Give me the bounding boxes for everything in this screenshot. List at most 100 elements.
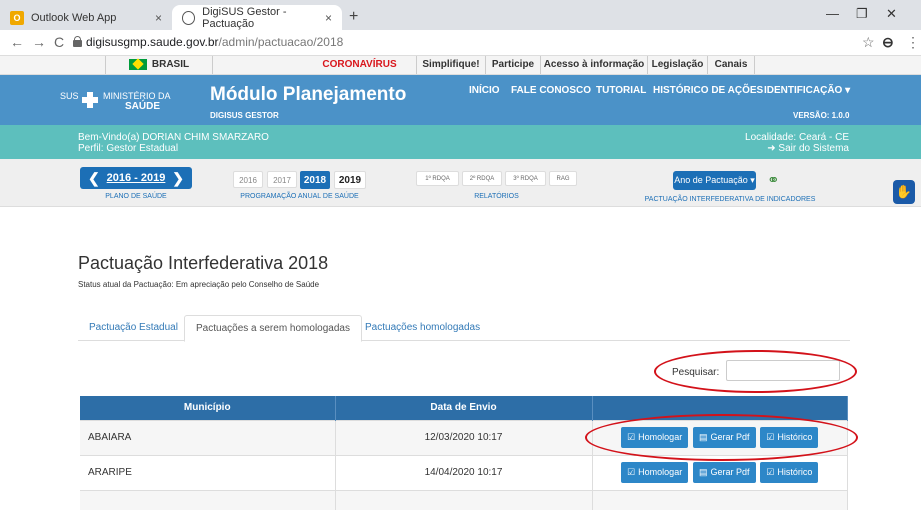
close-tab-icon[interactable]: × bbox=[155, 11, 162, 25]
browser-tab-strip: O Outlook Web App × DigiSUS Gestor - Pac… bbox=[0, 0, 921, 30]
url-field[interactable]: digisusgmp.saude.gov.br/admin/pactuacao/… bbox=[86, 35, 343, 49]
tab-title: Outlook Web App bbox=[31, 11, 117, 24]
legislacao-link[interactable]: Legislação bbox=[648, 56, 708, 74]
cell-data bbox=[335, 489, 593, 510]
cell-municipio bbox=[80, 489, 336, 510]
cell-municipio: ARARIPE bbox=[80, 454, 336, 490]
simplifique-link[interactable]: Simplifique! bbox=[417, 56, 486, 74]
forward-arrow-icon[interactable]: → bbox=[32, 34, 46, 50]
plano-saude-selector[interactable]: ❮ 2016 - 2019 ❯ bbox=[80, 167, 192, 189]
nav-identificacao[interactable]: IDENTIFICAÇÃO ▾ bbox=[764, 85, 850, 96]
module-title: Módulo Planejamento bbox=[210, 84, 407, 105]
cell-municipio: ABAIARA bbox=[80, 419, 336, 455]
report-rdqa3[interactable]: 3º RDQA bbox=[505, 171, 546, 186]
chevron-left-icon[interactable]: ❮ bbox=[88, 167, 100, 189]
chevron-right-icon[interactable]: ❯ bbox=[172, 167, 184, 189]
tab-pactuacao-estadual[interactable]: Pactuação Estadual bbox=[78, 315, 189, 341]
tab-title: DigiSUS Gestor - Pactuação bbox=[202, 5, 287, 30]
report-rag[interactable]: RAG bbox=[549, 171, 577, 186]
maximize-button[interactable]: ❐ bbox=[856, 6, 868, 22]
covid-link[interactable]: CORONAVÍRUS (COVID-19) bbox=[303, 56, 417, 88]
year-2019[interactable]: 2019 bbox=[334, 171, 366, 189]
relatorios-caption: RELATÓRIOS bbox=[474, 193, 519, 200]
brasil-link[interactable]: BRASIL bbox=[105, 56, 213, 74]
col-data-envio[interactable]: Data de Envio bbox=[335, 396, 593, 420]
homologar-button[interactable]: ☑ Homologar bbox=[621, 462, 689, 483]
nav-inicio[interactable]: INÍCIO bbox=[469, 85, 500, 96]
check-square-icon: ☑ bbox=[766, 467, 775, 477]
globe-icon bbox=[182, 10, 196, 25]
user-profile: Perfil: Gestor Estadual bbox=[78, 143, 179, 154]
new-tab-button[interactable]: + bbox=[349, 8, 358, 26]
cell-actions bbox=[592, 489, 848, 510]
plano-label: 2016 - 2019 bbox=[106, 172, 166, 184]
health-cross-icon bbox=[82, 92, 98, 108]
url-domain: digisusgmp.saude.gov.br bbox=[86, 35, 219, 49]
acesso-informacao-link[interactable]: Acesso à informação bbox=[541, 56, 648, 74]
ministerio-line1: MINISTÉRIO DA bbox=[103, 91, 171, 101]
accessibility-hand-icon[interactable]: ✋ bbox=[893, 180, 915, 204]
welcome-user: Bem-Vindo(a) DORIAN CHIM SMARZARO bbox=[78, 132, 269, 143]
browser-tab-digisus[interactable]: DigiSUS Gestor - Pactuação × bbox=[172, 5, 342, 30]
year-2016[interactable]: 2016 bbox=[233, 171, 263, 188]
brazil-flag-icon bbox=[128, 58, 147, 70]
ano-pactuacao-dropdown[interactable]: Ano de Pactuação ▾ bbox=[673, 171, 756, 190]
locality: Localidade: Ceará - CE bbox=[745, 132, 849, 143]
cell-data: 12/03/2020 10:17 bbox=[335, 419, 593, 455]
reload-icon[interactable]: C bbox=[54, 34, 64, 50]
participe-link[interactable]: Participe bbox=[486, 56, 541, 74]
nav-historico-acoes[interactable]: HISTÓRICO DE AÇÕES bbox=[653, 85, 763, 96]
tab-bar: Pactuação Estadual Pactuações a serem ho… bbox=[78, 315, 850, 342]
gerar-pdf-button[interactable]: ▤ Gerar Pdf bbox=[692, 462, 756, 483]
version-label: VERSÃO: 1.0.0 bbox=[793, 111, 850, 120]
historico-label: Histórico bbox=[777, 467, 813, 477]
cell-data: 14/04/2020 10:17 bbox=[335, 454, 593, 490]
tab-a-serem-homologadas[interactable]: Pactuações a serem homologadas bbox=[184, 315, 362, 342]
welcome-bar: Bem-Vindo(a) DORIAN CHIM SMARZARO Perfil… bbox=[0, 125, 921, 159]
table-row bbox=[80, 489, 848, 510]
star-icon[interactable]: ☆ bbox=[862, 34, 875, 51]
year-2017[interactable]: 2017 bbox=[267, 171, 297, 188]
nav-tutorial[interactable]: TUTORIAL bbox=[596, 85, 646, 96]
highlight-ellipse-actions bbox=[585, 414, 858, 461]
homologar-label: Homologar bbox=[638, 467, 683, 477]
url-path: /admin/pactuacao/2018 bbox=[218, 35, 344, 49]
historico-button[interactable]: ☑ Histórico bbox=[760, 462, 819, 483]
page-title: Pactuação Interfederativa 2018 bbox=[78, 253, 329, 273]
address-bar: ← → C digisusgmp.saude.gov.br/admin/pact… bbox=[0, 30, 921, 56]
profile-icon[interactable]: ⊖ bbox=[882, 34, 894, 51]
sus-logo-text: SUS bbox=[60, 91, 79, 101]
ministerio-line2: SAÚDE bbox=[125, 101, 161, 112]
plano-caption: PLANO DE SAÚDE bbox=[105, 193, 167, 200]
logout-link[interactable]: ➜ Sair do Sistema bbox=[767, 143, 849, 154]
back-arrow-icon[interactable]: ← bbox=[10, 34, 24, 50]
year-2018[interactable]: 2018 bbox=[300, 171, 330, 189]
nav-fale-conosco[interactable]: FALE CONOSCO bbox=[511, 85, 591, 96]
check-square-icon: ☑ bbox=[627, 467, 636, 477]
menu-icon[interactable]: ⋮ bbox=[906, 34, 920, 51]
pactuacao-status: Status atual da Pactuação: Em apreciação… bbox=[78, 280, 320, 289]
report-rdqa2[interactable]: 2º RDQA bbox=[462, 171, 502, 186]
gerar-pdf-label: Gerar Pdf bbox=[710, 467, 750, 477]
ministerio-logo[interactable]: MINISTÉRIO DA SAÚDE bbox=[103, 91, 171, 112]
canais-link[interactable]: Canais bbox=[708, 56, 755, 74]
report-rdqa1[interactable]: 1º RDQA bbox=[416, 171, 459, 186]
minimize-button[interactable]: — bbox=[826, 6, 839, 21]
programacao-caption: PROGRAMAÇÃO ANUAL DE SAÚDE bbox=[240, 193, 359, 200]
highlight-ellipse-search bbox=[654, 350, 857, 393]
lock-icon bbox=[73, 36, 82, 47]
col-municipio[interactable]: Município bbox=[80, 396, 336, 420]
outlook-icon: O bbox=[10, 10, 24, 25]
handshake-icon[interactable]: ⚭ bbox=[767, 171, 780, 189]
pactuacao-caption: PACTUAÇÃO INTERFEDERATIVA DE INDICADORES bbox=[644, 196, 816, 203]
brasil-label: BRASIL bbox=[151, 59, 190, 70]
close-tab-icon[interactable]: × bbox=[325, 11, 332, 25]
module-subtitle: DIGISUS GESTOR bbox=[210, 111, 279, 120]
pdf-file-icon: ▤ bbox=[698, 467, 708, 477]
close-window-button[interactable]: ✕ bbox=[886, 6, 897, 22]
site-header: SUS MINISTÉRIO DA SAÚDE Módulo Planejame… bbox=[0, 75, 921, 125]
gov-bar: BRASIL CORONAVÍRUS (COVID-19) Simplifiqu… bbox=[0, 56, 921, 130]
browser-tab-outlook[interactable]: O Outlook Web App × bbox=[0, 5, 172, 30]
selectors-bar: ❮ 2016 - 2019 ❯ PLANO DE SAÚDE 2016 2017… bbox=[0, 159, 921, 207]
tab-homologadas[interactable]: Pactuações homologadas bbox=[354, 315, 491, 341]
